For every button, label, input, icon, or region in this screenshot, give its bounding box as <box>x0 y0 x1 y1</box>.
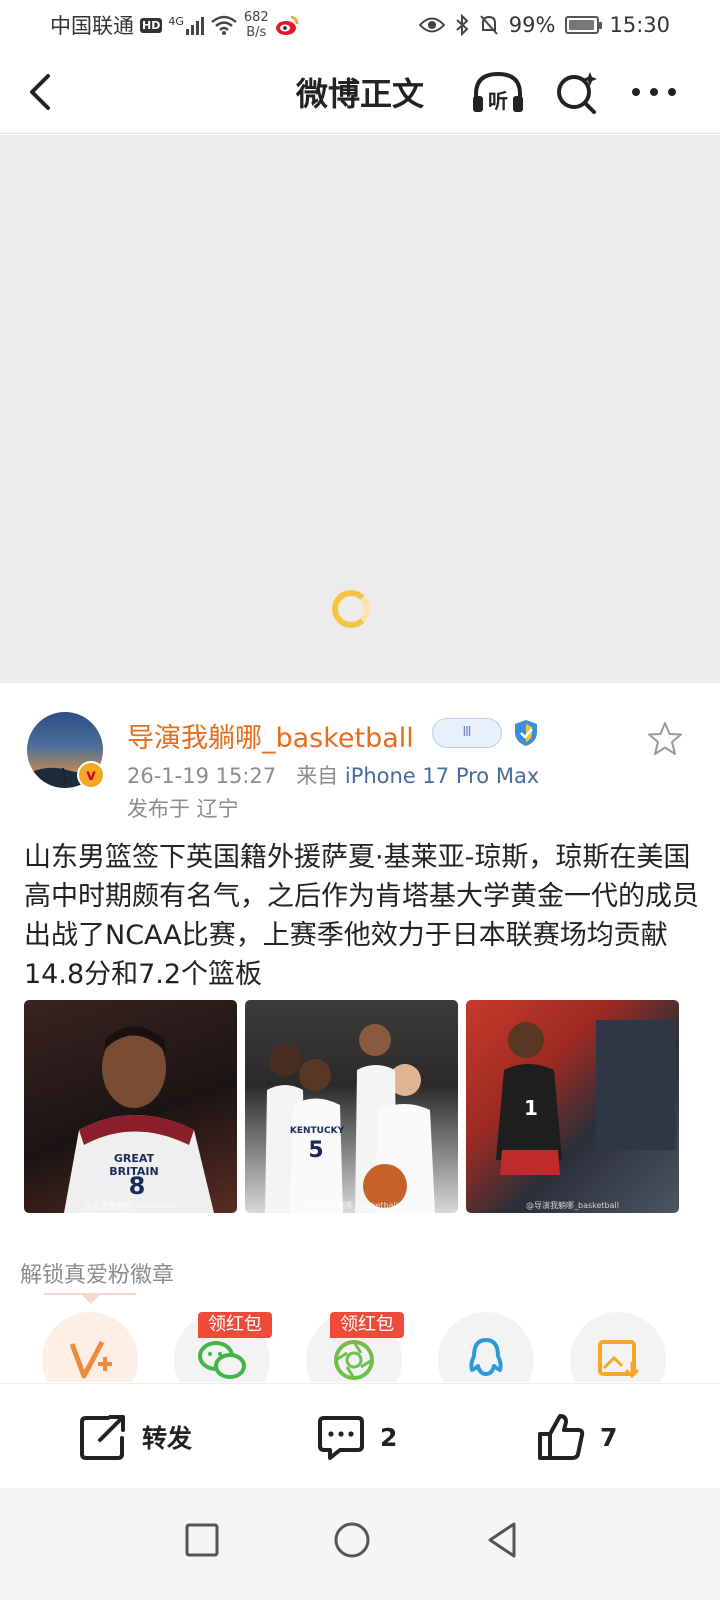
hd-badge: HD <box>140 17 163 33</box>
red-packet-badge-2: 领红包 <box>330 1312 404 1338</box>
image-grid: GREAT BRITAIN 8 @导演我躺哪_basketball KENTUC… <box>24 1000 680 1213</box>
favorite-star-icon[interactable] <box>646 720 684 758</box>
eye-icon <box>418 17 445 33</box>
team-photo-2 <box>265 1024 435 1213</box>
wifi-icon <box>211 15 237 35</box>
video-player[interactable] <box>0 135 720 683</box>
member-level-label: Ⅲ <box>462 725 472 740</box>
verified-v-icon: v <box>77 761 105 789</box>
search-icon[interactable] <box>552 68 600 116</box>
back-nav-icon[interactable] <box>472 1510 532 1570</box>
listen-label: 听 <box>488 89 508 113</box>
post-image-1[interactable]: GREAT BRITAIN 8 @导演我躺哪_basketball <box>24 1000 237 1213</box>
comment-count: 2 <box>380 1422 398 1452</box>
jersey-number-1: 8 <box>128 1172 146 1200</box>
net-speed-unit: B/s <box>246 25 267 40</box>
share-fan-badge[interactable] <box>42 1312 138 1382</box>
net-speed: 682 B/s <box>244 10 269 40</box>
red-packet-badge-1: 领红包 <box>198 1312 272 1338</box>
like-count: 7 <box>600 1422 618 1452</box>
thumbs-up-icon <box>538 1414 585 1460</box>
signal-icon: 4G <box>168 15 204 35</box>
player-photo-3 <box>496 1020 676 1175</box>
home-icon[interactable] <box>322 1510 382 1570</box>
system-nav-bar <box>0 1488 720 1600</box>
image-watermark-2: @导演我躺哪_basketball <box>305 1201 398 1210</box>
source-prefix: 来自 <box>296 764 339 788</box>
status-bar: 中国联通 HD 4G 682 B/s 99% 15:30 <box>0 0 720 50</box>
post-image-3[interactable]: 1 @导演我躺哪_basketball <box>466 1000 679 1213</box>
post-timestamp: 26-1-19 15:27 <box>127 764 277 788</box>
post-body: 山东男篮签下英国籍外援萨夏·基莱亚-琼斯，琼斯在美国高中时期颇有名气，之后作为肯… <box>24 842 699 990</box>
action-bar: 转发 2 7 <box>0 1383 720 1488</box>
jersey-text-2: KENTUCKY <box>289 1126 345 1136</box>
carrier-label: 中国联通 <box>50 14 134 38</box>
share-save-image[interactable] <box>570 1312 666 1382</box>
repost-icon <box>80 1415 125 1460</box>
post-location: 发布于 辽宁 <box>127 797 239 821</box>
username[interactable]: 导演我躺哪_basketball <box>127 716 414 755</box>
more-icon[interactable] <box>628 68 680 116</box>
qq-icon <box>469 1338 503 1376</box>
post-meta: 26-1-19 15:27 来自 iPhone 17 Pro Max <box>127 760 539 790</box>
jersey-number-2: 5 <box>308 1138 324 1163</box>
post-image-2[interactable]: KENTUCKY 5 @导演我躺哪_basketball <box>245 1000 458 1213</box>
comment-button[interactable]: 2 <box>316 1409 397 1465</box>
member-level-icon[interactable]: Ⅲ <box>432 718 502 748</box>
bluetooth-icon <box>456 14 469 36</box>
back-icon[interactable] <box>22 70 62 114</box>
share-qq[interactable] <box>438 1312 534 1382</box>
clock: 15:30 <box>609 13 670 37</box>
unlock-pointer <box>44 1293 136 1304</box>
like-button[interactable]: 7 <box>536 1409 617 1465</box>
network-gen-label: 4G <box>168 15 184 28</box>
v-plus-icon <box>69 1340 112 1379</box>
image-watermark-1: @导演我躺哪_basketball <box>84 1201 177 1210</box>
verified-shield-icon[interactable] <box>512 718 540 748</box>
nav-bar: 微博正文 听 <box>0 50 720 134</box>
battery-percent: 99% <box>508 13 556 37</box>
unlock-fan-badge-label[interactable]: 解锁真爱粉徽章 <box>20 1257 174 1289</box>
comment-icon <box>318 1416 364 1460</box>
jersey-number-3: 1 <box>524 1096 538 1120</box>
repost-button[interactable]: 转发 <box>78 1409 192 1465</box>
mute-bell-icon <box>480 15 498 35</box>
loading-spinner-icon <box>332 590 370 628</box>
page-title: 微博正文 <box>295 74 424 113</box>
source-link[interactable]: iPhone 17 Pro Max <box>345 764 539 788</box>
recent-apps-icon[interactable] <box>172 1510 232 1570</box>
weibo-notification-icon <box>275 15 298 35</box>
post-header: v 导演我躺哪_basketball Ⅲ 26-1-19 15:27 来自 iP… <box>0 710 720 825</box>
listen-headphones-icon[interactable]: 听 <box>470 68 526 116</box>
battery-icon <box>565 16 603 34</box>
net-speed-value: 682 <box>243 10 269 25</box>
repost-label: 转发 <box>142 1424 193 1453</box>
image-watermark-3: @导演我躺哪_basketball <box>526 1201 619 1210</box>
album-save-icon <box>598 1340 640 1379</box>
